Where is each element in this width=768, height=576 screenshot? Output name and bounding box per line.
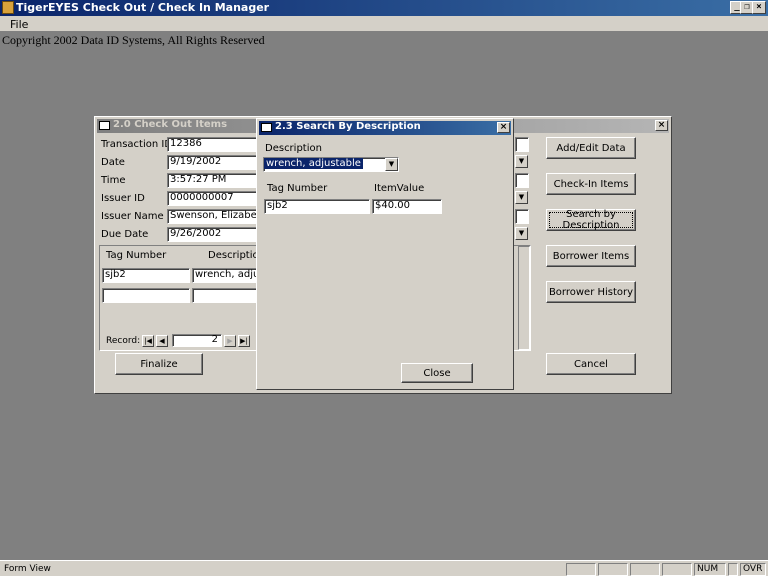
- date-field[interactable]: 9/19/2002: [167, 155, 259, 170]
- prev-record-icon[interactable]: ◀: [156, 335, 168, 347]
- first-record-icon[interactable]: |◀: [142, 335, 154, 347]
- check-in-items-button[interactable]: Check-In Items: [546, 173, 636, 195]
- description-dropdown-arrow-icon[interactable]: ▼: [385, 158, 398, 171]
- search-title: 2.3 Search By Description: [275, 121, 421, 132]
- status-pane: [728, 563, 738, 576]
- description-combo[interactable]: wrench, adjustable: [263, 157, 399, 172]
- finalize-button[interactable]: Finalize: [115, 353, 203, 375]
- search-titlebar: 2.3 Search By Description ×: [259, 121, 511, 135]
- status-ovr: OVR: [740, 563, 766, 576]
- next-record-icon[interactable]: ▶: [224, 335, 236, 347]
- dropdown-arrow-icon[interactable]: ▼: [515, 227, 528, 240]
- issuer-id-field[interactable]: 0000000007: [167, 191, 259, 206]
- app-title-bar: TigerEYES Check Out / Check In Manager _…: [0, 0, 768, 16]
- dropdown-arrow-icon[interactable]: ▼: [515, 191, 528, 204]
- time-label: Time: [101, 175, 126, 186]
- close-button[interactable]: Close: [401, 363, 473, 383]
- borrower-history-button[interactable]: Borrower History: [546, 281, 636, 303]
- status-pane: [598, 563, 628, 576]
- status-form-view: Form View: [4, 564, 51, 574]
- time-field[interactable]: 3:57:27 PM: [167, 173, 259, 188]
- menu-bar: File: [0, 16, 768, 32]
- borrower-items-button[interactable]: Borrower Items: [546, 245, 636, 267]
- status-bar: Form View NUM OVR: [0, 560, 768, 576]
- dropdown-arrow-icon[interactable]: ▼: [515, 155, 528, 168]
- status-num: NUM: [694, 563, 726, 576]
- due-date-field[interactable]: 9/26/2002: [167, 227, 259, 242]
- tiger-app-icon: [2, 1, 14, 14]
- due-date-label: Due Date: [101, 229, 149, 240]
- hidden-field-3[interactable]: [515, 209, 529, 224]
- subform-tag-cell[interactable]: sjb2: [102, 268, 190, 283]
- search-tag-number-header: Tag Number: [267, 183, 328, 194]
- search-close-icon[interactable]: ×: [497, 122, 510, 133]
- close-icon[interactable]: ×: [752, 1, 766, 14]
- search-item-value-header: ItemValue: [374, 183, 425, 194]
- add-edit-data-button[interactable]: Add/Edit Data: [546, 137, 636, 159]
- subform-scrollbar[interactable]: [518, 246, 530, 350]
- subform-tag-number-header: Tag Number: [106, 250, 167, 261]
- transaction-id-field[interactable]: 12386: [167, 137, 259, 152]
- issuer-id-label: Issuer ID: [101, 193, 145, 204]
- status-pane: [630, 563, 660, 576]
- copyright-text: Copyright 2002 Data ID Systems, All Righ…: [2, 33, 265, 47]
- status-pane: [662, 563, 692, 576]
- hidden-field-1[interactable]: [515, 137, 529, 152]
- subform-tag-cell[interactable]: [102, 288, 190, 303]
- last-record-icon[interactable]: ▶|: [238, 335, 250, 347]
- description-label: Description: [265, 143, 322, 154]
- description-combo-value: wrench, adjustable: [264, 158, 363, 169]
- search-item-value-cell[interactable]: $40.00: [372, 199, 442, 214]
- cancel-button[interactable]: Cancel: [546, 353, 636, 375]
- search-window: 2.3 Search By Description × Description …: [256, 118, 514, 390]
- issuer-name-field[interactable]: Swenson, Elizabeth: [167, 209, 259, 224]
- app-title: TigerEYES Check Out / Check In Manager: [16, 1, 270, 14]
- transaction-id-label: Transaction ID: [101, 139, 173, 150]
- record-label: Record:: [106, 336, 141, 346]
- subform-description-cell[interactable]: wrench, adjustab: [192, 268, 258, 283]
- hidden-field-2[interactable]: [515, 173, 529, 188]
- status-pane: [566, 563, 596, 576]
- menu-file[interactable]: File: [10, 18, 28, 31]
- search-by-description-button[interactable]: Search by Description: [546, 209, 636, 231]
- form-icon: [99, 121, 110, 130]
- checkout-title: 2.0 Check Out Items: [113, 119, 228, 130]
- record-number-field[interactable]: 2: [172, 334, 222, 347]
- issuer-name-label: Issuer Name: [101, 211, 164, 222]
- search-tag-cell[interactable]: sjb2: [264, 199, 370, 214]
- subform-description-cell[interactable]: [192, 288, 258, 303]
- date-label: Date: [101, 157, 125, 168]
- form-icon: [261, 123, 272, 132]
- checkout-close-icon[interactable]: ×: [655, 120, 668, 131]
